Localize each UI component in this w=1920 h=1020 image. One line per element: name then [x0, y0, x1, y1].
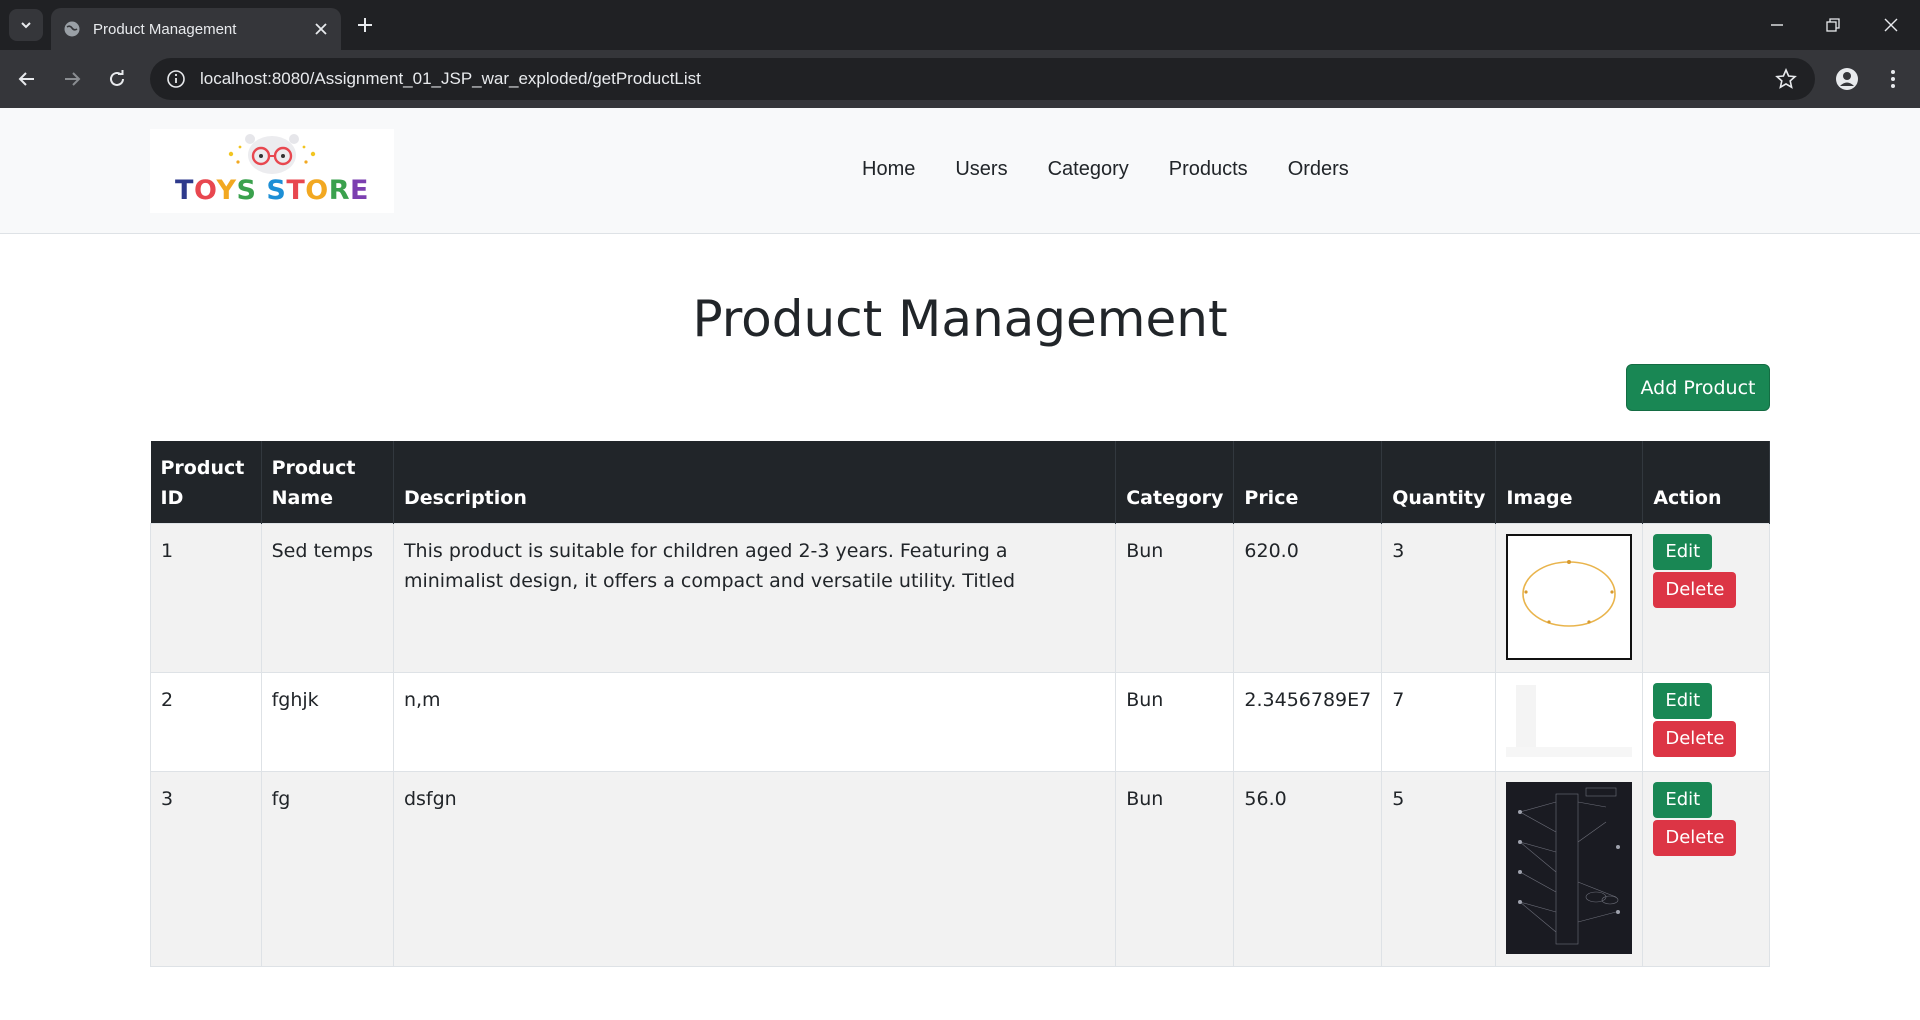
nav-orders[interactable]: Orders [1268, 158, 1369, 181]
cell-description: n,m [392, 671, 1117, 772]
cell-description: This product is suitable for children ag… [392, 522, 1117, 673]
cell-quantity: 5 [1381, 770, 1497, 967]
forward-button[interactable] [57, 64, 87, 94]
restore-button[interactable] [1818, 10, 1848, 40]
nav-products[interactable]: Products [1149, 158, 1268, 181]
profile-icon [1836, 68, 1858, 90]
table-header-row: Product ID Product Name Description Cate… [150, 441, 1770, 523]
minimize-icon [1771, 24, 1783, 26]
cell-price: 620.0 [1233, 522, 1383, 673]
header-description: Description [393, 441, 1117, 523]
delete-button[interactable]: Delete [1653, 571, 1737, 608]
reload-icon [110, 70, 124, 86]
close-tab-icon[interactable] [313, 21, 329, 37]
globe-icon [64, 21, 80, 37]
main-nav: Home Users Category Products Orders [842, 158, 1369, 181]
cell-category: Bun [1115, 522, 1235, 673]
cell-image [1495, 671, 1644, 772]
browser-menu-button[interactable] [1880, 64, 1906, 94]
nav-users[interactable]: Users [935, 158, 1027, 181]
back-button[interactable] [12, 64, 42, 94]
cell-product-name: fg [260, 770, 394, 967]
blank-thumbnail-image [1506, 682, 1633, 759]
header-product-id: Product ID [150, 441, 262, 523]
nav-category[interactable]: Category [1028, 158, 1149, 181]
logo-text: TOYS STORE [175, 175, 369, 206]
header-product-name: Product Name [261, 441, 394, 523]
site-navbar: TOYS STORE Home Users Category Products … [0, 108, 1920, 234]
cell-price: 2.3456789E7 [1233, 671, 1383, 772]
cell-product-name: Sed temps [260, 522, 394, 673]
site-info-icon[interactable] [166, 69, 186, 89]
close-icon [1884, 18, 1898, 32]
cell-category: Bun [1115, 671, 1235, 772]
tab-title: Product Management [93, 20, 237, 38]
plus-icon [358, 18, 372, 32]
header-category: Category [1115, 441, 1235, 523]
table-row: 3 fg dsfgn Bun 56.0 5 Edit Delete [150, 770, 1770, 967]
chevron-down-icon [21, 22, 31, 29]
tab-search-button[interactable] [9, 9, 43, 41]
edit-button[interactable]: Edit [1653, 533, 1713, 570]
new-tab-button[interactable] [352, 12, 378, 38]
cell-product-name: fghjk [260, 671, 394, 772]
header-quantity: Quantity [1381, 441, 1497, 523]
cell-quantity: 3 [1381, 522, 1497, 673]
bookmark-star-icon[interactable] [1775, 68, 1797, 90]
cell-product-id: 1 [150, 522, 262, 673]
cell-category: Bun [1115, 770, 1235, 967]
diagram-thumbnail-image [1506, 781, 1633, 954]
cell-product-id: 2 [150, 671, 262, 772]
restore-icon [1826, 18, 1840, 32]
cell-action: Edit Delete [1642, 522, 1770, 673]
minimize-button[interactable] [1762, 10, 1792, 40]
header-image: Image [1495, 441, 1644, 523]
arrow-left-icon [18, 72, 34, 86]
page-title: Product Management [692, 290, 1228, 348]
arrow-right-icon [65, 72, 81, 86]
reload-button[interactable] [102, 64, 132, 94]
nav-home[interactable]: Home [842, 158, 935, 181]
necklace-thumbnail-image [1506, 533, 1633, 660]
table-row: 2 fghjk n,m Bun 2.3456789E7 7 Edit Delet… [150, 671, 1770, 772]
add-product-button[interactable]: Add Product [1626, 364, 1770, 411]
browser-titlebar: Product Management [0, 0, 1920, 50]
url-text[interactable]: localhost:8080/Assignment_01_JSP_war_exp… [200, 69, 1775, 89]
header-action: Action [1642, 441, 1770, 523]
edit-button[interactable]: Edit [1653, 682, 1713, 719]
address-bar[interactable]: localhost:8080/Assignment_01_JSP_war_exp… [150, 58, 1815, 100]
delete-button[interactable]: Delete [1653, 819, 1737, 856]
products-table: Product ID Product Name Description Cate… [150, 441, 1770, 967]
cell-image [1495, 770, 1644, 967]
table-row: 1 Sed temps This product is suitable for… [150, 522, 1770, 673]
close-window-button[interactable] [1876, 10, 1906, 40]
browser-tab[interactable]: Product Management [51, 8, 341, 50]
cell-quantity: 7 [1381, 671, 1497, 772]
delete-button[interactable]: Delete [1653, 720, 1737, 757]
browser-toolbar: localhost:8080/Assignment_01_JSP_war_exp… [0, 50, 1920, 108]
header-price: Price [1233, 441, 1383, 523]
bear-glasses-icon [228, 134, 316, 174]
more-vertical-icon [1891, 70, 1895, 88]
cell-product-id: 3 [150, 770, 262, 967]
cell-image [1495, 522, 1644, 673]
store-logo[interactable]: TOYS STORE [150, 129, 394, 213]
profile-button[interactable] [1832, 64, 1862, 94]
cell-action: Edit Delete [1642, 770, 1770, 967]
cell-price: 56.0 [1233, 770, 1383, 967]
edit-button[interactable]: Edit [1653, 781, 1713, 818]
cell-description: dsfgn [392, 770, 1117, 967]
cell-action: Edit Delete [1642, 671, 1770, 772]
